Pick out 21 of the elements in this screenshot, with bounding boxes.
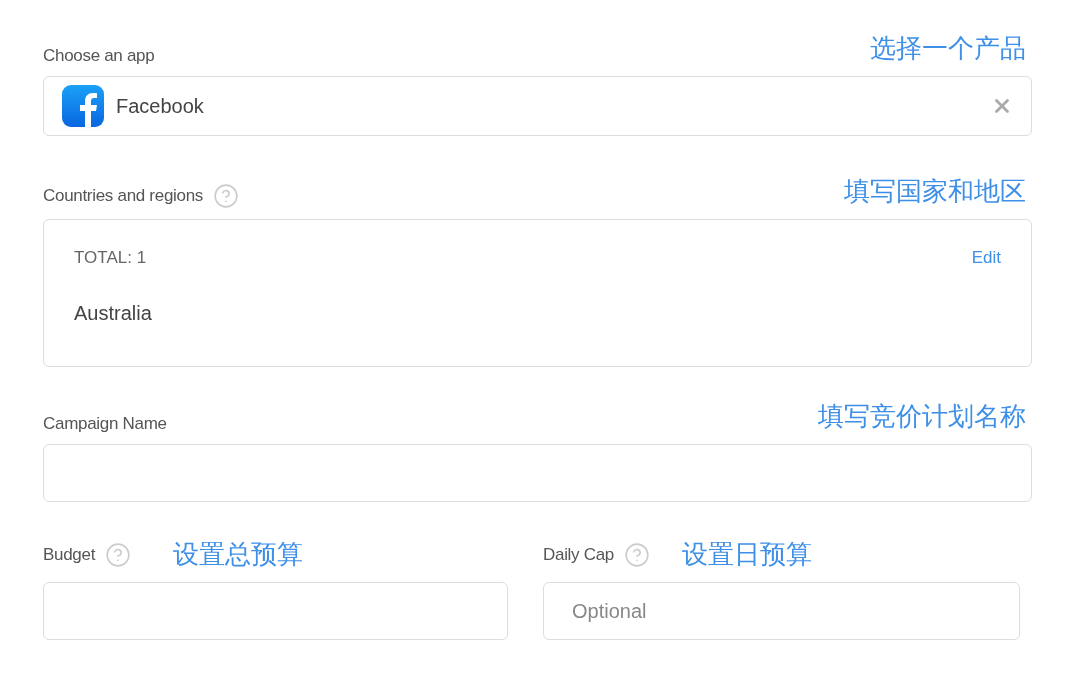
selected-app: Facebook	[116, 94, 205, 118]
field-label: Campaign Name	[43, 414, 167, 434]
total-count: TOTAL: 1	[74, 248, 147, 268]
country-item: Australia	[74, 302, 153, 325]
annotation: 设置总预算	[173, 538, 304, 571]
app-select[interactable]: Facebook	[43, 76, 1032, 136]
campaign-name-field[interactable]	[43, 444, 1032, 502]
field-label: Countries and regions	[43, 186, 204, 206]
daily-cap-field[interactable]: Optional	[543, 582, 1020, 640]
field-label: Daily Cap	[543, 544, 614, 565]
annotation: 设置日预算	[682, 538, 812, 571]
annotation: 填写竞价计划名称	[818, 400, 1026, 433]
annotation: 选择一个产品	[870, 32, 1026, 65]
app-logo-icon	[62, 85, 104, 127]
annotation: 填写国家和地区	[844, 175, 1026, 208]
budget-field[interactable]	[43, 582, 508, 640]
help-icon[interactable]	[213, 183, 240, 209]
field-label: Choose an app	[43, 46, 155, 66]
help-icon[interactable]	[624, 541, 650, 568]
field-label: Budget	[43, 544, 96, 565]
help-icon[interactable]	[105, 541, 132, 568]
